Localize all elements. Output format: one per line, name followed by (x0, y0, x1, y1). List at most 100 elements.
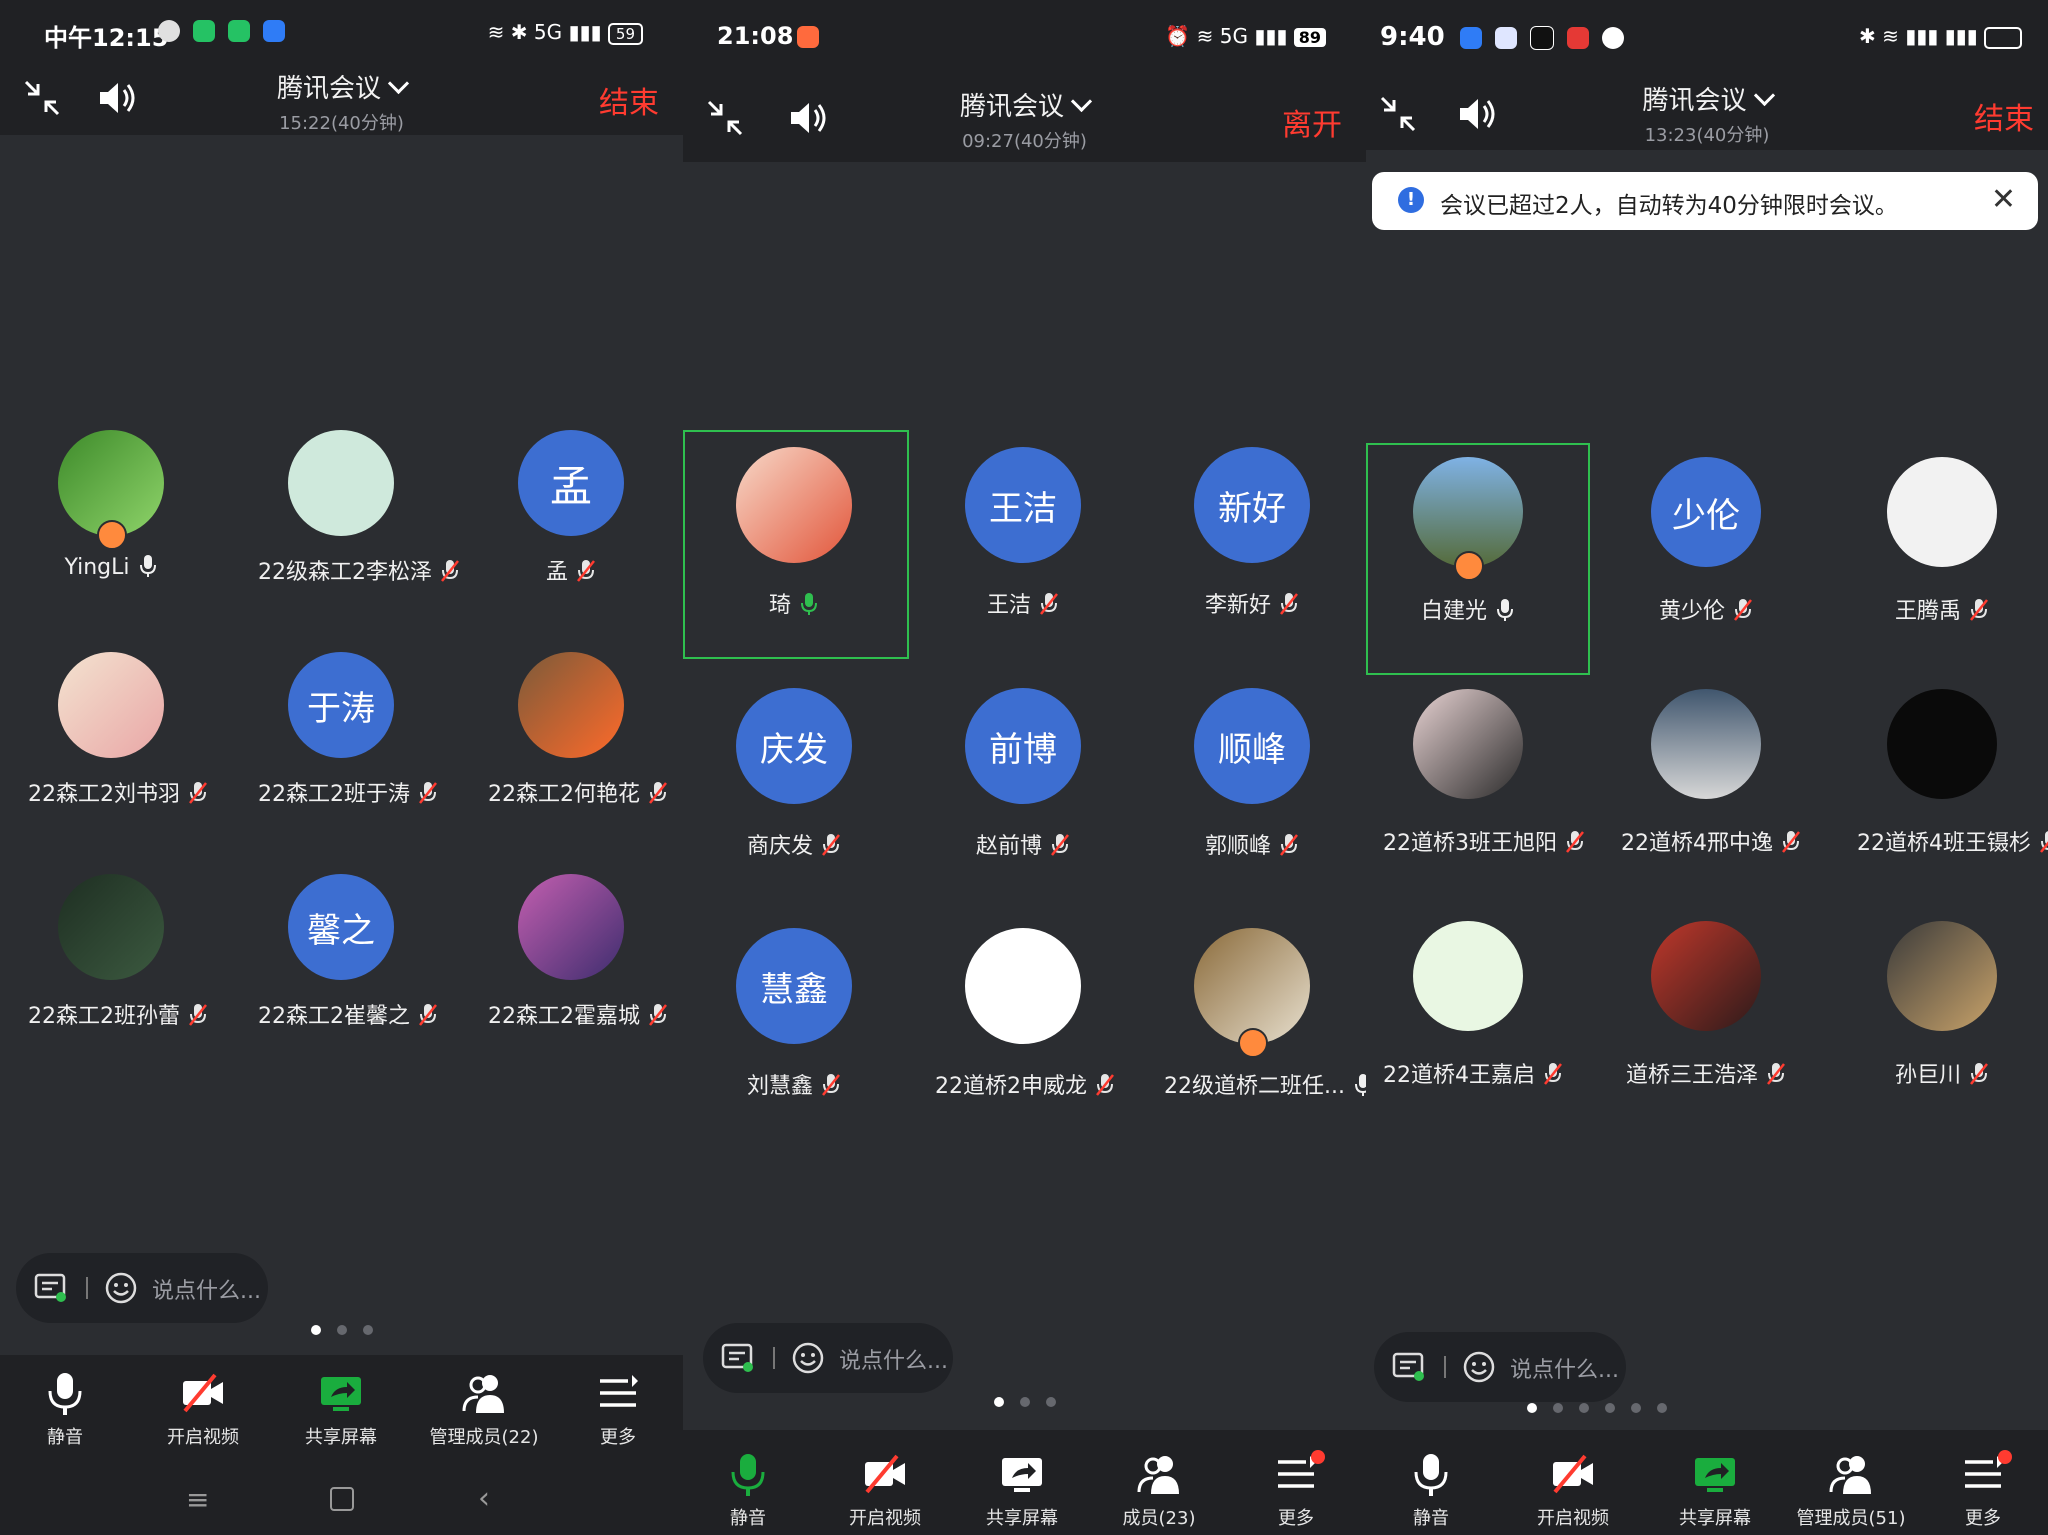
chat-icon[interactable] (721, 1343, 755, 1373)
more-button[interactable]: 更多 (553, 1369, 683, 1449)
participant-tile[interactable]: 王腾禹 (1887, 457, 1997, 633)
chat-icon[interactable] (34, 1273, 68, 1303)
members-button[interactable]: 成员(23) (1094, 1450, 1224, 1530)
video-button[interactable]: 开启视频 (138, 1369, 268, 1449)
participant-tile[interactable]: 22道桥3班王旭阳 (1383, 689, 1523, 865)
more-button[interactable]: 更多 (1231, 1450, 1361, 1530)
participant-tile[interactable]: 22道桥2申威龙 (935, 928, 1081, 1108)
bottom-toolbar: 静音 开启视频 共享屏幕 管理成员(51) 更多 (1366, 1430, 2048, 1535)
share-screen-button[interactable]: 共享屏幕 (276, 1369, 406, 1449)
emoji-icon[interactable] (104, 1271, 138, 1305)
microphone-icon (41, 1369, 89, 1417)
avatar (736, 447, 852, 563)
avatar (1413, 689, 1523, 799)
participant-name: 刘慧鑫 (746, 1074, 813, 1099)
share-screen-button[interactable]: 共享屏幕 (1650, 1450, 1780, 1530)
participant-name-row: 22道桥2申威龙 (935, 1068, 1111, 1100)
participant-tile[interactable]: 22森工2刘书羽 (28, 652, 164, 816)
avatar (58, 874, 164, 980)
participant-tile[interactable]: 于涛 22森工2班于涛 (258, 652, 394, 816)
status-right: ⏰ ≋ 5G ▮▮▮ 89 (1165, 24, 1326, 48)
participant-name: 李新好 (1204, 593, 1271, 618)
video-button[interactable]: 开启视频 (1508, 1450, 1638, 1530)
participant-tile[interactable]: 馨之 22森工2崔馨之 (258, 874, 394, 1038)
chat-input[interactable]: 说点什么... (152, 1273, 261, 1305)
avatar (1651, 689, 1761, 799)
more-button[interactable]: 更多 (1918, 1450, 2048, 1530)
leave-meeting-button[interactable]: 离开 (1282, 100, 1342, 144)
home-nav-icon[interactable] (330, 1487, 354, 1511)
page-dot (362, 1325, 373, 1335)
video-off-icon (1549, 1450, 1597, 1498)
end-meeting-button[interactable]: 结束 (599, 78, 659, 122)
meeting-title-block[interactable]: 腾讯会议 09:27(40分钟) (683, 86, 1366, 153)
participant-tile[interactable]: 22道桥4邢中逸 (1621, 689, 1761, 865)
video-label: 开启视频 (1537, 1508, 1609, 1529)
meeting-title-block[interactable]: 腾讯会议 13:23(40分钟) (1366, 80, 2048, 147)
meeting-screen-2: 21:08 ⏰ ≋ 5G ▮▮▮ 89 腾讯会议 09:27(40分钟) 离开 … (683, 0, 1366, 1535)
participant-tile[interactable]: 22道桥4班王镊杉 (1857, 689, 1997, 865)
end-meeting-button[interactable]: 结束 (1974, 94, 2034, 138)
share-label: 共享屏幕 (986, 1508, 1058, 1529)
participant-name: 22级道桥二班任... (1164, 1074, 1345, 1099)
participant-name-row: 22级道桥二班任... (1164, 1068, 1340, 1100)
participant-tile[interactable]: 王洁 王洁 (965, 447, 1081, 627)
page-dot (336, 1325, 347, 1335)
app-notification-icon (797, 26, 819, 48)
chat-input[interactable]: 说点什么... (1510, 1352, 1619, 1384)
chat-bar[interactable]: 说点什么... (1374, 1332, 1626, 1402)
participant-tile[interactable]: 慧鑫刘慧鑫 (736, 928, 852, 1108)
chevron-down-icon (1070, 90, 1093, 113)
participant-tile[interactable]: 22级道桥二班任... (1164, 928, 1310, 1108)
info-icon: ! (1398, 187, 1424, 213)
close-icon[interactable]: ✕ (1991, 182, 2016, 217)
chat-input[interactable]: 说点什么... (839, 1343, 948, 1375)
participant-tile[interactable]: 前博 赵前博 (965, 688, 1081, 868)
participant-tile[interactable]: 琦 (736, 447, 852, 627)
menu-nav-icon[interactable]: ≡ (186, 1483, 209, 1516)
emoji-icon[interactable] (791, 1341, 825, 1375)
avatar: 慧鑫 (736, 928, 852, 1044)
share-screen-button[interactable]: 共享屏幕 (957, 1450, 1087, 1530)
participant-name-row: 22森工2崔馨之 (258, 998, 424, 1030)
participant-tile[interactable]: 道桥三王浩泽 (1626, 921, 1761, 1097)
page-indicator (683, 1392, 1366, 1411)
host-badge-icon (1238, 1028, 1268, 1058)
members-button[interactable]: 管理成员(22) (414, 1369, 554, 1449)
participant-tile[interactable]: 22森工2何艳花 (488, 652, 624, 816)
participant-tile[interactable]: 新好 李新好 (1194, 447, 1310, 627)
members-button[interactable]: 管理成员(51) (1776, 1450, 1926, 1530)
participant-name: 道桥三王浩泽 (1625, 1063, 1758, 1088)
mute-button[interactable]: 静音 (683, 1450, 813, 1530)
mic-muted-icon (1279, 592, 1299, 616)
meeting-title-block[interactable]: 腾讯会议 15:22(40分钟) (0, 68, 683, 135)
participant-tile[interactable]: 22级森工2李松泽 (258, 430, 394, 594)
participant-tile[interactable]: 顺峰 郭顺峰 (1194, 688, 1310, 868)
participant-tile[interactable]: 22道桥4王嘉启 (1383, 921, 1523, 1097)
participant-tile[interactable]: 少伦 黄少伦 (1651, 457, 1761, 633)
participant-name-row: 22森工2刘书羽 (28, 776, 194, 808)
mute-button[interactable]: 静音 (1366, 1450, 1496, 1530)
back-nav-icon[interactable]: ‹ (478, 1481, 490, 1516)
mic-muted-icon (1039, 592, 1059, 616)
screenshot-collage: 中午12:15 ≋ ✱ 5G ▮▮▮ 59 腾讯会议 15:22(40分钟) 结… (0, 0, 2048, 1535)
participant-tile[interactable]: 孟孟 (518, 430, 624, 594)
chat-bar[interactable]: 说点什么... (16, 1253, 268, 1323)
chat-icon[interactable] (1392, 1352, 1426, 1382)
more-menu-icon (594, 1369, 642, 1417)
participant-tile[interactable]: 白建光 (1413, 457, 1523, 633)
participant-tile[interactable]: 孙巨川 (1887, 921, 1997, 1097)
participant-tile[interactable]: YingLi (58, 430, 164, 594)
participant-tile[interactable]: 庆发 商庆发 (736, 688, 852, 868)
video-label: 开启视频 (167, 1427, 239, 1448)
chat-bar[interactable]: 说点什么... (703, 1323, 953, 1393)
share-screen-icon (998, 1450, 1046, 1498)
emoji-icon[interactable] (1462, 1350, 1496, 1384)
mute-button[interactable]: 静音 (0, 1369, 130, 1449)
video-button[interactable]: 开启视频 (820, 1450, 950, 1530)
bluetooth-icon: ✱ (510, 20, 528, 44)
participant-tile[interactable]: 22森工2霍嘉城 (488, 874, 624, 1038)
participant-name-row: 22森工2霍嘉城 (488, 998, 654, 1030)
participant-tile[interactable]: 22森工2班孙蕾 (28, 874, 164, 1038)
signal-icon: ▮▮▮ (568, 20, 602, 44)
